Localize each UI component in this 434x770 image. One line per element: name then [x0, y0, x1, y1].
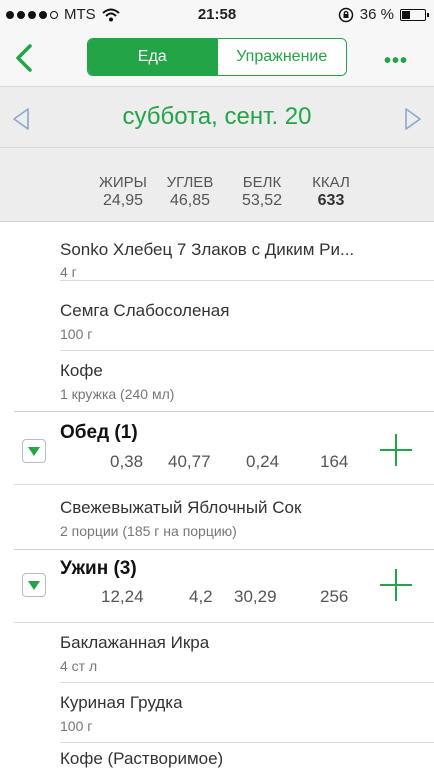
- totals-carbs-label: УГЛЕВ: [166, 174, 214, 191]
- totals-protein: БЕЛК 53,52: [227, 174, 297, 210]
- more-options-button[interactable]: •••: [384, 50, 408, 73]
- nav-bar: Еда Упражнение •••: [0, 30, 434, 86]
- totals-carbs-value: 46,85: [169, 192, 211, 209]
- tab-exercise[interactable]: Упражнение: [216, 39, 346, 75]
- add-food-plus-icon[interactable]: [380, 569, 412, 601]
- battery-icon: [400, 8, 429, 21]
- food-item-name: Семга Слабосоленая: [60, 301, 230, 320]
- meal-fat: 0,38: [110, 452, 144, 471]
- food-item[interactable]: Баклажанная Икра 4 ст л: [60, 623, 434, 683]
- back-chevron-icon[interactable]: [10, 40, 40, 76]
- food-item[interactable]: Sonko Хлебец 7 Злаков с Диким Ри... 4 г: [60, 222, 434, 281]
- totals-protein-label: БЕЛК: [242, 174, 282, 191]
- food-item-name: Кофе: [60, 361, 103, 380]
- food-item-serving: 100 г: [60, 718, 93, 734]
- food-item-serving: 4 ст л: [60, 658, 98, 674]
- food-exercise-segmented-control: Еда Упражнение: [87, 38, 347, 76]
- tab-food[interactable]: Еда: [88, 39, 217, 75]
- food-item-serving: 1 кружка (240 мл): [60, 386, 175, 402]
- battery-percent: 36 %: [359, 6, 394, 23]
- food-item-name: Куриная Грудка: [60, 693, 183, 712]
- meal-title: Обед (1): [60, 422, 138, 443]
- meal-kcal: 164: [320, 452, 349, 471]
- totals-carbs: УГЛЕВ 46,85: [155, 174, 225, 210]
- nutrient-totals: ЖИРЫ 24,95 УГЛЕВ 46,85 БЕЛК 53,52 ККАЛ 6…: [0, 148, 434, 222]
- food-item-name: Кофе (Растворимое): [60, 749, 224, 768]
- add-food-plus-icon[interactable]: [380, 434, 412, 466]
- meal-protein: 0,24: [246, 452, 280, 471]
- food-item[interactable]: Семга Слабосоленая 100 г: [60, 281, 434, 351]
- meal-protein: 30,29: [234, 587, 277, 606]
- meal-header-dinner[interactable]: Ужин (3) 12,24 4,2 30,29 256: [14, 549, 434, 623]
- date-title[interactable]: суббота, сент. 20: [0, 103, 434, 131]
- totals-fat-label: ЖИРЫ: [99, 174, 147, 191]
- collapse-toggle-icon[interactable]: [22, 573, 46, 597]
- food-item[interactable]: Кофе 1 кружка (240 мл): [60, 351, 434, 411]
- meal-carbs: 40,77: [168, 452, 211, 471]
- meal-carbs: 4,2: [189, 587, 213, 606]
- date-bar: суббота, сент. 20: [0, 86, 434, 148]
- food-item-serving: 100 г: [60, 326, 93, 342]
- totals-protein-value: 53,52: [241, 192, 283, 209]
- food-item-name: Баклажанная Икра: [60, 633, 210, 652]
- rotation-lock-icon: [338, 7, 354, 22]
- totals-fat-value: 24,95: [102, 192, 144, 209]
- food-item[interactable]: Кофе (Растворимое): [60, 743, 434, 770]
- totals-kcal-value: 633: [317, 192, 345, 209]
- meal-header-lunch[interactable]: Обед (1) 0,38 40,77 0,24 164: [14, 411, 434, 485]
- next-day-arrow-icon[interactable]: [403, 107, 423, 131]
- food-item-name: Свежевыжатый Яблочный Сок: [60, 498, 302, 517]
- food-item-serving: 4 г: [60, 264, 77, 280]
- food-item[interactable]: Куриная Грудка 100 г: [60, 683, 434, 743]
- meal-fat: 12,24: [101, 587, 144, 606]
- totals-fat: ЖИРЫ 24,95: [88, 174, 158, 210]
- totals-kcal-label: ККАЛ: [312, 174, 350, 191]
- meal-title: Ужин (3): [60, 558, 137, 579]
- food-item-name: Sonko Хлебец 7 Злаков с Диким Ри...: [60, 240, 355, 259]
- food-item-serving: 2 порции (185 г на порцию): [60, 523, 237, 539]
- totals-kcal: ККАЛ 633: [296, 174, 366, 210]
- meal-kcal: 256: [320, 587, 349, 606]
- food-item[interactable]: Свежевыжатый Яблочный Сок 2 порции (185 …: [60, 486, 434, 549]
- collapse-toggle-icon[interactable]: [22, 439, 46, 463]
- status-bar: MTS 21:58 36 %: [0, 0, 434, 30]
